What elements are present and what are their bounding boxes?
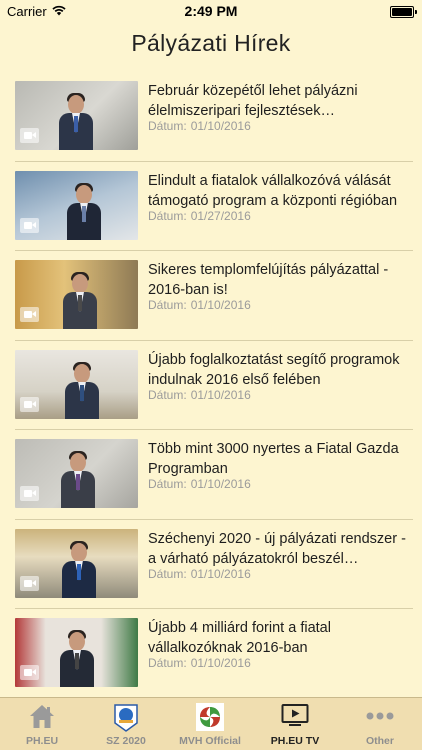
video-camera-icon [20,486,39,501]
news-title: Február közepétől lehet pályázni élelmis… [148,83,358,119]
mvh-logo-icon [196,703,224,731]
tab-sz-2020[interactable]: SZ 2020 [84,698,168,750]
video-camera-icon [20,128,39,143]
tab-ph-eu-tv[interactable]: PH.EU TV [253,698,337,750]
tab-label: SZ 2020 [106,735,146,747]
news-date: Dátum: 01/10/2016 [148,387,251,402]
tv-icon [281,704,309,726]
szechenyi-2020-logo-icon [114,704,138,732]
tab-ph-eu[interactable]: PH.EU [0,698,84,750]
news-title: Több mint 3000 nyertes a Fiatal Gazda Pr… [148,441,399,477]
tab-label: PH.EU [25,735,59,747]
news-list: Február közepétől lehet pályázni élelmis… [0,72,422,699]
news-item[interactable]: Újabb 4 milliárd forint a fiatal vállalk… [0,609,422,699]
speaker-figure [59,93,93,150]
news-item[interactable]: Sikeres templomfelújítás pályázattal - 2… [0,251,422,341]
speaker-figure [62,540,96,598]
news-date: Dátum: 01/10/2016 [148,298,251,312]
video-thumbnail[interactable] [15,349,138,419]
news-date: Dátum: 01/27/2016 [148,208,251,223]
news-item[interactable]: Több mint 3000 nyertes a Fiatal Gazda Pr… [0,430,422,520]
news-item[interactable]: Elindult a fiatalok vállalkozóvá válását… [0,162,422,251]
home-icon [30,705,54,728]
tab-label: PH.EU TV [270,735,320,747]
speaker-figure [60,630,94,687]
news-date: Dátum: 01/10/2016 [148,656,251,670]
video-camera-icon [20,217,39,233]
video-thumbnail[interactable] [15,618,138,687]
news-title: Széchenyi 2020 - új pályázati rendszer -… [148,530,406,567]
news-title: Sikeres templomfelújítás pályázattal - 2… [148,262,389,298]
news-title: Újabb 4 milliárd forint a fiatal vállalk… [148,620,331,656]
news-item[interactable]: Újabb foglalkoztatást segítő programok i… [0,341,422,430]
more-dots-icon [366,712,394,720]
news-title: Újabb foglalkoztatást segítő programok i… [148,351,400,388]
news-item[interactable]: Február közepétől lehet pályázni élelmis… [0,72,422,162]
news-title: Elindult a fiatalok vállalkozóvá válását… [148,172,398,209]
speaker-figure [67,182,101,240]
video-thumbnail[interactable] [15,528,138,598]
speaker-figure [63,272,97,329]
video-thumbnail[interactable] [15,81,138,150]
news-date: Dátum: 01/10/2016 [148,477,251,491]
video-camera-icon [20,575,39,591]
news-date: Dátum: 01/10/2016 [148,119,251,133]
speaker-figure [65,361,99,419]
news-item[interactable]: Széchenyi 2020 - új pályázati rendszer -… [0,520,422,609]
video-thumbnail[interactable] [15,439,138,508]
status-bar: Carrier 2:49 PM [0,0,422,22]
speaker-figure [61,451,95,508]
video-thumbnail[interactable] [15,260,138,329]
video-camera-icon [20,665,39,680]
tab-label: MVH Official [179,735,241,747]
tab-bar: PH.EU SZ 2020 MVH Official PH.EU TV Othe… [0,697,422,750]
clock: 2:49 PM [184,3,238,19]
battery-icon [390,6,417,18]
video-camera-icon [20,307,39,322]
tab-mvh-official[interactable]: MVH Official [168,698,252,750]
video-thumbnail[interactable] [15,170,138,240]
news-date: Dátum: 01/10/2016 [148,566,251,581]
tab-label: Other [365,735,394,747]
page-title: Pályázati Hírek [131,30,291,56]
tab-other[interactable]: Other [338,698,422,750]
video-camera-icon [20,396,39,412]
